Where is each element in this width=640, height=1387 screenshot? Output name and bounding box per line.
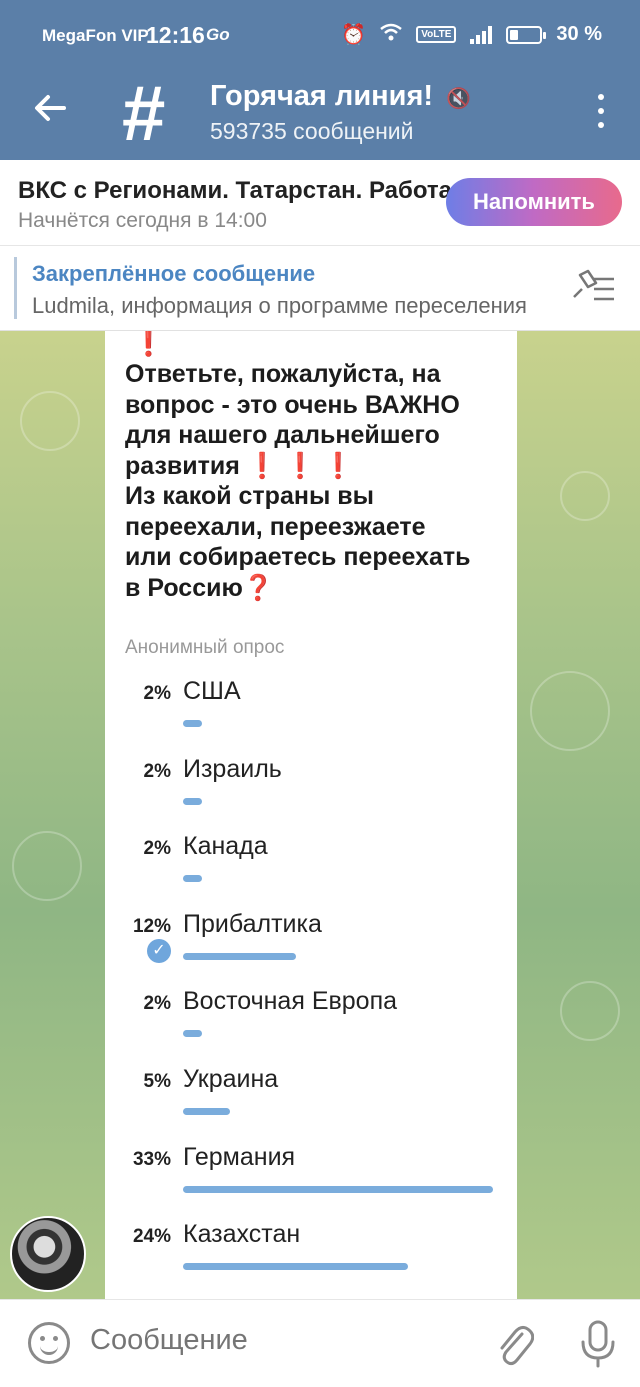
- poll-option[interactable]: 2% Израиль: [105, 755, 517, 839]
- poll-option-percent: 24%: [132, 1226, 171, 1248]
- poll-type: Анонимный опрос: [125, 637, 285, 658]
- background-doodle: [530, 671, 610, 751]
- chat-area: ❗ Ответьте, пожалуйста, на вопрос - это …: [0, 331, 640, 1299]
- poll-option-label: Казахстан: [183, 1220, 301, 1249]
- poll-option[interactable]: 24% Казахстан: [105, 1220, 517, 1299]
- signal-icon: [470, 25, 493, 44]
- poll-option-label: Израиль: [183, 754, 282, 783]
- call-title: ВКС с Регионами. Татарстан. Работа: [18, 177, 453, 204]
- poll-option-label: Украина: [183, 1065, 279, 1093]
- status-bar: MegaFon VIP 12:16 Go ⏰ VoLTE 30 %: [0, 0, 640, 70]
- poll-option-label: Восточная Европа: [183, 987, 398, 1016]
- message-composer: [0, 1299, 640, 1387]
- channel-hash-icon[interactable]: #: [122, 74, 165, 152]
- poll-message: ❗ Ответьте, пожалуйста, на вопрос - это …: [105, 331, 517, 1299]
- back-arrow-icon[interactable]: [30, 88, 70, 128]
- question-mark-icon: ❓: [242, 573, 274, 602]
- question-line: в Россию: [125, 573, 243, 602]
- question-line: или собираетесь переехать: [125, 543, 471, 571]
- poll-option-bar: [183, 875, 202, 883]
- poll-option[interactable]: 2% США: [105, 677, 517, 761]
- message-input[interactable]: [90, 1324, 470, 1357]
- battery-label: 30 %: [556, 23, 602, 45]
- poll-option-percent: 2%: [143, 838, 171, 860]
- chat-header: # Горячая линия! 🔇 593735 сообщений: [0, 70, 640, 160]
- question-line: для нашего дальнейшего: [125, 421, 440, 449]
- poll-option-percent: 33%: [132, 1148, 171, 1170]
- exclamation-icon: ❗ ❗ ❗: [239, 451, 355, 480]
- battery-icon: [506, 25, 547, 44]
- poll-option-bar: [183, 952, 296, 960]
- message-count: 593735 сообщений: [210, 118, 414, 144]
- poll-option[interactable]: 2% Восточная Европа: [105, 987, 517, 1071]
- poll-option[interactable]: 12% Прибалтика ✓: [105, 910, 517, 994]
- call-time: Начнётся сегодня в 14:00: [18, 209, 267, 232]
- chat-title[interactable]: Горячая линия!: [210, 80, 433, 113]
- volte-badge: VoLTE: [416, 26, 457, 43]
- poll-option[interactable]: 5% Украина: [105, 1065, 517, 1149]
- more-menu-icon[interactable]: [596, 94, 606, 128]
- question-line: развития: [125, 451, 240, 480]
- background-doodle: [20, 391, 80, 451]
- poll-option-bar: [183, 1263, 408, 1271]
- pinned-text: Ludmila, информация о программе переселе…: [32, 293, 527, 318]
- poll-option-percent: 2%: [143, 760, 171, 782]
- exclamation-icon: ❗: [131, 331, 166, 357]
- poll-option-bar: [183, 720, 202, 727]
- scheduled-call-banner[interactable]: ВКС с Регионами. Татарстан. Работа Начнё…: [0, 160, 640, 246]
- carrier-label: MegaFon VIP: [42, 26, 149, 45]
- question-line: Из какой страны вы: [125, 482, 374, 510]
- poll-option-percent: 2%: [143, 683, 171, 704]
- background-doodle: [12, 831, 82, 901]
- poll-option-label: США: [183, 677, 241, 705]
- background-doodle: [560, 471, 610, 521]
- pin-list-icon[interactable]: [570, 269, 618, 305]
- poll-option-percent: 5%: [143, 1071, 171, 1092]
- alarm-icon: ⏰: [341, 24, 367, 46]
- wifi-icon: [380, 23, 402, 47]
- poll-option-bar: [183, 1108, 230, 1115]
- microphone-icon[interactable]: [578, 1318, 618, 1370]
- question-line: Ответьте, пожалуйста, на: [125, 360, 441, 388]
- poll-option-percent: 2%: [143, 993, 171, 1015]
- go-icon: Go: [206, 25, 230, 44]
- remind-button[interactable]: Напомнить: [446, 178, 622, 226]
- sender-avatar[interactable]: [10, 1216, 86, 1292]
- attach-icon[interactable]: [494, 1320, 535, 1368]
- clock: 12:16: [146, 22, 205, 48]
- poll-question: Ответьте, пожалуйста, на вопрос - это оч…: [125, 359, 505, 603]
- muted-icon: 🔇: [446, 88, 471, 110]
- poll-option[interactable]: 33% Германия: [105, 1143, 517, 1227]
- background-doodle: [560, 981, 620, 1041]
- status-icons: ⏰ VoLTE 30 %: [341, 22, 602, 47]
- question-line: вопрос - это очень ВАЖНО: [125, 390, 460, 419]
- question-line: переехали, переезжаете: [125, 512, 426, 541]
- poll-option[interactable]: 2% Канада: [105, 832, 517, 916]
- poll-option-label: Канада: [183, 832, 268, 861]
- poll-option-bar: [183, 1030, 202, 1038]
- poll-option-label: Германия: [183, 1142, 296, 1171]
- poll-option-bar: [183, 797, 202, 805]
- poll-option-label: Прибалтика: [183, 909, 322, 938]
- poll-option-percent: 12%: [132, 915, 171, 937]
- poll-option-bar: [183, 1185, 493, 1193]
- pinned-label: Закреплённое сообщение: [32, 261, 316, 286]
- pinned-message-bar[interactable]: Закреплённое сообщение Ludmila, информац…: [0, 247, 640, 331]
- top-bar: MegaFon VIP 12:16 Go ⏰ VoLTE 30 % # Горя…: [0, 0, 640, 160]
- pinned-indicator: [14, 257, 17, 319]
- emoji-icon[interactable]: [28, 1322, 70, 1364]
- chosen-check-icon: ✓: [147, 938, 171, 963]
